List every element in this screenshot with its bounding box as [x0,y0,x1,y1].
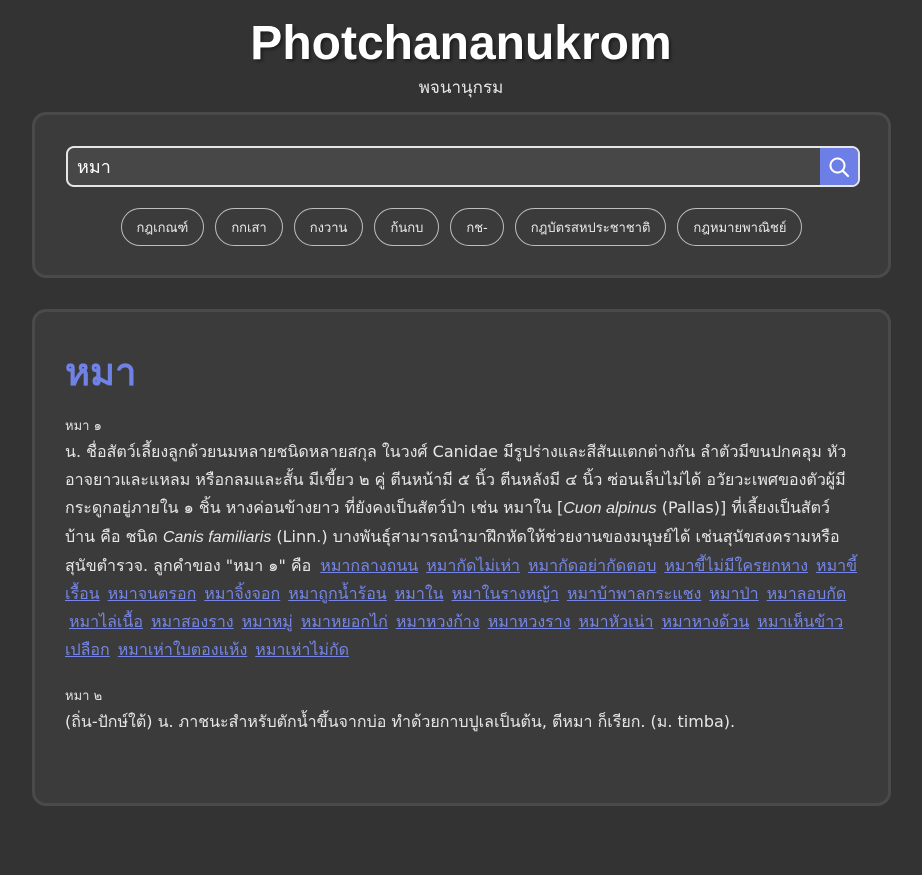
related-word-link[interactable]: หมากัดไม่เห่า [426,556,520,575]
sense-1: หมา ๑ น. ชื่อสัตว์เลี้ยงลูกด้วยนมหลายชนิ… [65,416,858,664]
search-panel: กฎเกณฑ์ กกเสา กงวาน ก้นกบ กช- กฎบัตรสหปร… [32,112,891,278]
related-word-link[interactable]: หมาไล่เนื้อ [69,612,143,631]
search-input[interactable] [68,148,820,185]
related-word-link[interactable]: หมาหวงราง [488,612,571,631]
sense-2: หมา ๒ (ถิ่น-ปักษ์ใต้) น. ภาชนะสำหรับตักน… [65,686,858,736]
sense-definition: น. ชื่อสัตว์เลี้ยงลูกด้วยนมหลายชนิดหลายส… [65,438,858,664]
sense-label: หมา ๑ [65,419,102,434]
related-word-link[interactable]: หมาหยอกไก่ [301,612,388,631]
chip-suggestion[interactable]: กช- [450,208,504,246]
site-title: Photchananukrom [250,17,672,70]
entry-title: หมา [65,350,137,394]
related-word-link[interactable]: หมาถูกน้ำร้อน [288,584,387,603]
related-word-link[interactable]: หมาสองราง [151,612,234,631]
related-word-link[interactable]: หมาหัวเน่า [579,612,654,631]
related-word-link[interactable]: หมาเห่าไม่กัด [255,640,349,659]
sense-label: หมา ๒ [65,689,103,704]
search-button[interactable] [820,148,858,185]
related-word-link[interactable]: หมาหางด้วน [662,612,750,631]
related-word-link[interactable]: หมากลางถนน [320,556,418,575]
related-word-link[interactable]: หมากัดอย่ากัดตอบ [528,556,656,575]
chip-suggestion[interactable]: กฎเกณฑ์ [120,208,205,246]
related-word-link[interactable]: หมาหมู่ [242,612,293,631]
search-icon [829,157,850,177]
related-word-link[interactable]: หมาลอบกัด [767,584,847,603]
chip-suggestion[interactable]: ก้นกบ [374,208,440,246]
related-word-link[interactable]: หมาบ้าพาลกระแชง [567,584,701,603]
scientific-name: Cuon alpinus [563,500,657,517]
related-word-link[interactable]: หมาจนตรอก [108,584,197,603]
chip-suggestion[interactable]: กงวาน [293,208,364,246]
related-word-link[interactable]: หมาในรางหญ้า [452,584,559,603]
site-header: Photchananukrom พจนานุกรม [0,0,922,99]
suggestion-chips: กฎเกณฑ์ กกเสา กงวาน ก้นกบ กช- กฎบัตรสหปร… [35,208,888,246]
result-panel: หมา หมา ๑ น. ชื่อสัตว์เลี้ยงลูกด้วยนมหลา… [32,309,891,806]
related-word-link[interactable]: หมาจิ้งจอก [204,584,280,603]
related-word-link[interactable]: หมาขี้ไม่มีใครยกหาง [664,556,808,575]
related-word-link[interactable]: หมาป่า [709,584,758,603]
related-word-link[interactable]: หมาหวงก้าง [396,612,480,631]
chip-suggestion[interactable]: กกเสา [215,208,283,246]
site-subtitle: พจนานุกรม [418,78,504,98]
sense-definition: (ถิ่น-ปักษ์ใต้) น. ภาชนะสำหรับตักน้ำขึ้น… [65,712,736,731]
chip-suggestion[interactable]: กฎหมายพาณิชย์ [677,208,803,246]
chip-suggestion[interactable]: กฎบัตรสหประชาชาติ [514,208,667,246]
related-word-link[interactable]: หมาใน [395,584,444,603]
scientific-name: Canis familiaris [162,529,272,546]
search-bar [66,146,860,187]
related-word-link[interactable]: หมาเห่าใบตองแห้ง [118,640,248,659]
